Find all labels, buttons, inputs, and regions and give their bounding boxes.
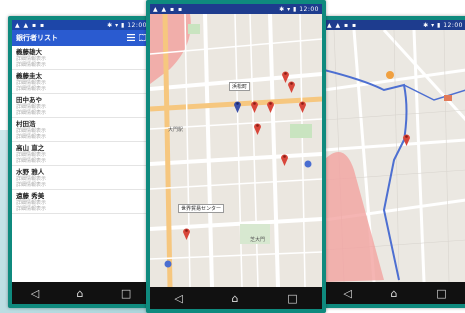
list-item-name: 高山 直之 — [16, 144, 45, 152]
list-item-name: 義藤雄大 — [16, 48, 42, 56]
home-button[interactable]: ⌂ — [232, 292, 239, 305]
status-right: ✱ ▾ ▮ 12:00 — [279, 5, 319, 13]
map-pin-icon[interactable] — [182, 226, 191, 240]
list-item-name: 村田浩 — [16, 120, 36, 128]
list-item[interactable]: 遠藤 秀美 詳細情報表示 詳細情報表示 — [12, 190, 150, 214]
list-screen: ▲ ▲ ▪ ▪ ✱ ▾ ▮ 12:00 銀行者リスト 義藤雄大 詳細情報表示 詳… — [12, 20, 150, 304]
list-item-detail-2: 詳細情報表示 — [16, 206, 47, 212]
recent-apps-button[interactable]: □ — [436, 287, 446, 300]
status-right: ✱ ▾ ▮ 12:00 — [423, 21, 463, 29]
map-pin-icon[interactable] — [287, 79, 296, 93]
status-left: ▲ ▲ ▪ ▪ — [15, 21, 46, 29]
list-item-detail-2: 詳細情報表示 — [16, 134, 47, 140]
list-icon[interactable] — [127, 33, 135, 43]
status-bar: ▲ ▲ ▪ ▪ ✱ ▾ ▮ 12:00 — [12, 20, 150, 30]
pins-map-canvas — [150, 14, 322, 287]
list-item-name: 水野 雅人 — [16, 168, 45, 176]
list-item-detail-2: 詳細情報表示 — [16, 86, 47, 92]
home-button[interactable]: ⌂ — [391, 287, 398, 300]
nav-bar: ◁ ⌂ □ — [12, 282, 150, 304]
start-marker — [386, 71, 394, 79]
user-list: 義藤雄大 詳細情報表示 詳細情報表示 義藤圭太 詳細情報表示 詳細情報表示 田中… — [12, 46, 150, 282]
map-pin-icon[interactable] — [298, 99, 307, 113]
app-title: 銀行者リスト — [16, 34, 58, 42]
list-item[interactable]: 水野 雅人 詳細情報表示 詳細情報表示 — [12, 166, 150, 190]
nav-bar: ◁ ⌂ □ — [324, 282, 465, 304]
list-item[interactable]: 義藤雄大 詳細情報表示 詳細情報表示 — [12, 46, 150, 70]
list-item-detail-2: 詳細情報表示 — [16, 158, 47, 164]
list-item-name: 田中あや — [16, 96, 42, 104]
route-map-canvas — [324, 30, 465, 282]
map-screen: ▲ ▲ ▪ ▪ ✱ ▾ ▮ 12:00 浜松町 大門駅 世界貿易センター 芝大門… — [150, 4, 322, 309]
map-pin-icon[interactable] — [280, 152, 289, 166]
map-icon[interactable] — [138, 32, 147, 43]
map-pin-icon[interactable] — [402, 132, 411, 146]
list-item[interactable]: 村田浩 詳細情報表示 詳細情報表示 — [12, 118, 150, 142]
map-pin-icon[interactable] — [253, 121, 262, 135]
list-item[interactable]: 田中あや 詳細情報表示 詳細情報表示 — [12, 94, 150, 118]
phone-pins-map: ▲ ▲ ▪ ▪ ✱ ▾ ▮ 12:00 浜松町 大門駅 世界貿易センター 芝大門… — [146, 0, 326, 313]
status-bar: ▲ ▲ ▪ ▪ ✱ ▾ ▮ 12:00 — [324, 20, 465, 30]
app-bar: 銀行者リスト — [12, 30, 150, 46]
map-label: 世界貿易センター — [178, 204, 225, 213]
recent-apps-button[interactable]: □ — [287, 292, 297, 305]
back-button[interactable]: ◁ — [31, 287, 39, 300]
current-location-pin-icon[interactable] — [233, 99, 242, 113]
map-pin-icon[interactable] — [250, 99, 259, 113]
list-item-name: 遠藤 秀美 — [16, 192, 45, 200]
route-map[interactable] — [324, 30, 465, 282]
status-bar: ▲ ▲ ▪ ▪ ✱ ▾ ▮ 12:00 — [150, 4, 322, 14]
list-item-name: 義藤圭太 — [16, 72, 42, 80]
map-label: 芝大門 — [250, 237, 266, 243]
recent-apps-button[interactable]: □ — [121, 287, 131, 300]
route-screen: ▲ ▲ ▪ ▪ ✱ ▾ ▮ 12:00 ◁ ⌂ □ — [324, 20, 465, 304]
map-pin-icon[interactable] — [266, 99, 275, 113]
status-right: ✱ ▾ ▮ 12:00 — [107, 21, 147, 29]
list-item-detail-2: 詳細情報表示 — [16, 62, 47, 68]
pins-map[interactable]: 浜松町 大門駅 世界貿易センター 芝大門 — [150, 14, 322, 287]
back-button[interactable]: ◁ — [174, 292, 182, 305]
map-label: 大門駅 — [168, 127, 184, 133]
status-left: ▲ ▲ ▪ ▪ — [153, 5, 184, 13]
back-button[interactable]: ◁ — [343, 287, 351, 300]
phone-list-screen: ▲ ▲ ▪ ▪ ✱ ▾ ▮ 12:00 銀行者リスト 義藤雄大 詳細情報表示 詳… — [8, 16, 154, 308]
list-item-detail-2: 詳細情報表示 — [16, 110, 47, 116]
list-item[interactable]: 高山 直之 詳細情報表示 詳細情報表示 — [12, 142, 150, 166]
map-label: 浜松町 — [229, 82, 251, 91]
home-button[interactable]: ⌂ — [77, 287, 84, 300]
list-item-detail-2: 詳細情報表示 — [16, 182, 47, 188]
status-left: ▲ ▲ ▪ ▪ — [327, 21, 358, 29]
list-item[interactable]: 義藤圭太 詳細情報表示 詳細情報表示 — [12, 70, 150, 94]
nav-bar: ◁ ⌂ □ — [150, 287, 322, 309]
phone-route-map: ▲ ▲ ▪ ▪ ✱ ▾ ▮ 12:00 ◁ ⌂ □ — [320, 16, 465, 308]
